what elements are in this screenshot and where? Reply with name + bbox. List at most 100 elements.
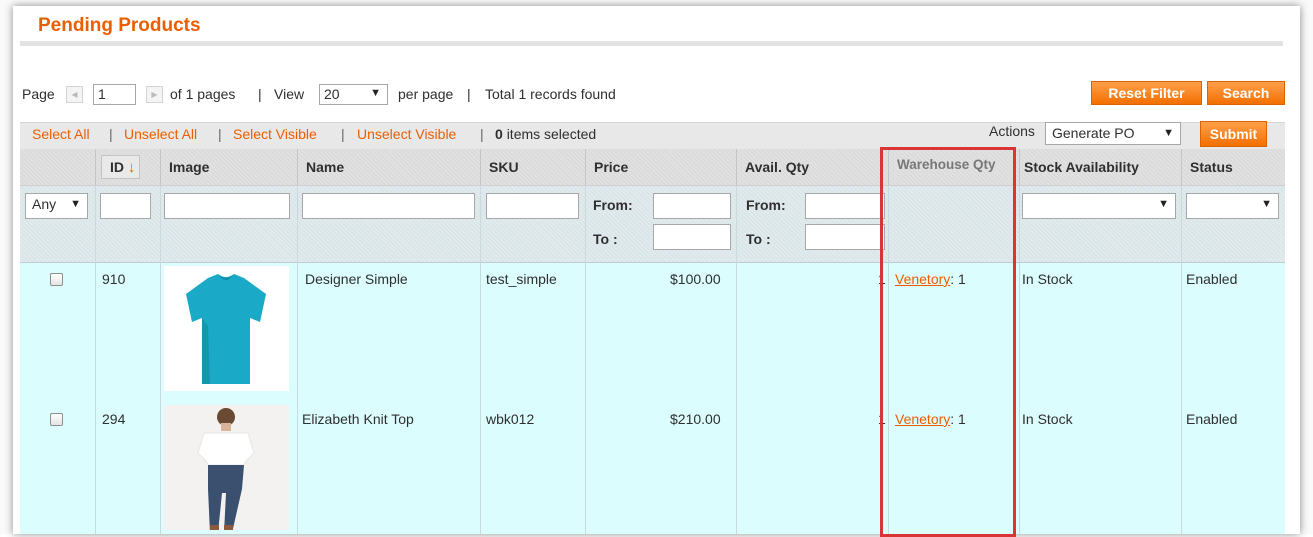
row-sku: test_simple [486, 271, 557, 287]
per-page-select[interactable]: 20 ▼ [319, 84, 388, 105]
column-divider [95, 186, 96, 534]
warehouse-link[interactable]: Venetory [895, 271, 950, 287]
row-status: Enabled [1186, 411, 1238, 427]
column-divider [160, 186, 161, 534]
column-divider [1181, 186, 1182, 534]
price-to-label: To : [593, 231, 618, 247]
header-name[interactable]: Name [297, 149, 480, 185]
row-id: 910 [102, 271, 126, 287]
turquoise-tshirt-image [164, 266, 289, 391]
image-filter-input[interactable] [164, 193, 290, 219]
stock-availability-filter-select[interactable]: ▼ [1022, 193, 1176, 219]
massaction-filter-select[interactable]: Any ▼ [25, 193, 88, 219]
column-divider [585, 186, 586, 534]
sort-down-arrow-icon: ↓ [127, 159, 136, 176]
header-price[interactable]: Price [585, 149, 736, 185]
select-visible-link[interactable]: Select Visible [233, 126, 317, 142]
id-filter-input[interactable] [100, 193, 151, 219]
column-divider [480, 186, 481, 534]
qty-to-label: To : [746, 231, 771, 247]
header-warehouse-qty: Warehouse Qty [888, 149, 1019, 185]
per-page-value: 20 [324, 86, 340, 102]
header-id[interactable]: ID ↓ [95, 149, 160, 185]
price-from-input[interactable] [653, 193, 731, 219]
qty-to-input[interactable] [805, 224, 885, 250]
select-all-link[interactable]: Select All [32, 126, 90, 142]
title-divider [20, 41, 1283, 46]
sku-filter-input[interactable] [486, 193, 579, 219]
table-row[interactable]: 910 Designer Simple test_simple $100.00 … [20, 263, 1285, 404]
mass-separator: | [218, 126, 222, 142]
row-checkbox[interactable] [50, 413, 63, 426]
table-row[interactable]: 294 Elizabeth Knit Top wbk012 $210.00 1 … [20, 403, 1285, 534]
items-selected-text: 0 items selected [495, 126, 596, 142]
chevron-down-icon: ▼ [1163, 127, 1174, 139]
row-price: $210.00 [670, 411, 721, 427]
row-price: $100.00 [670, 271, 721, 287]
mass-separator: | [480, 126, 484, 142]
unselect-visible-link[interactable]: Unselect Visible [357, 126, 456, 142]
row-name: Designer Simple [305, 271, 408, 287]
row-avail-qty: 1 [878, 411, 886, 427]
submit-button[interactable]: Submit [1200, 121, 1267, 147]
view-label: View [274, 86, 305, 102]
row-name: Elizabeth Knit Top [302, 411, 414, 427]
row-id: 294 [102, 411, 126, 427]
column-divider [888, 186, 889, 534]
search-button[interactable]: Search [1207, 81, 1285, 105]
actions-value: Generate PO [1052, 125, 1135, 141]
column-divider [1019, 186, 1020, 534]
row-warehouse-qty: Venetory: 1 [895, 411, 966, 427]
next-page-icon[interactable]: ▶ [146, 86, 163, 103]
column-divider [297, 186, 298, 534]
chevron-down-icon: ▼ [1261, 198, 1272, 210]
qty-from-label: From: [746, 197, 786, 213]
warehouse-qty-value: : 1 [950, 271, 966, 287]
status-filter-select[interactable]: ▼ [1186, 193, 1279, 219]
page-title: Pending Products [38, 15, 201, 36]
row-status: Enabled [1186, 271, 1238, 287]
header-massaction [20, 149, 95, 185]
row-sku: wbk012 [486, 411, 535, 427]
total-records: Total 1 records found [485, 86, 616, 102]
qty-from-input[interactable] [805, 193, 885, 219]
screenshot-frame: Pending Products Page ◀ 1 ▶ of 1 pages |… [0, 0, 1313, 537]
grid-filter-row: Any ▼ From: To : From: To : ▼ ▼ [20, 186, 1285, 263]
price-to-input[interactable] [653, 224, 731, 250]
price-from-label: From: [593, 197, 633, 213]
warehouse-qty-value: : 1 [950, 411, 966, 427]
woman-white-knit-top-image [164, 405, 289, 530]
chevron-down-icon: ▼ [1158, 198, 1169, 210]
actions-select[interactable]: Generate PO ▼ [1045, 122, 1181, 145]
of-pages-text: of 1 pages [170, 86, 236, 102]
header-status[interactable]: Status [1181, 149, 1285, 185]
page-label: Page [22, 86, 55, 102]
name-filter-input[interactable] [302, 193, 475, 219]
warehouse-link[interactable]: Venetory [895, 411, 950, 427]
products-grid: ID ↓ Image Name SKU Price Avail. Qty War… [20, 149, 1285, 534]
mass-separator: | [341, 126, 345, 142]
header-sku[interactable]: SKU [480, 149, 585, 185]
chevron-down-icon: ▼ [370, 87, 381, 99]
page-number-input[interactable]: 1 [93, 84, 136, 105]
selected-count: 0 [495, 126, 503, 142]
actions-label: Actions [989, 123, 1035, 139]
row-stock: In Stock [1022, 271, 1073, 287]
pager-separator: | [467, 86, 471, 102]
chevron-down-icon: ▼ [70, 198, 81, 210]
reset-filter-button[interactable]: Reset Filter [1091, 81, 1202, 105]
pager-separator: | [258, 86, 262, 102]
row-stock: In Stock [1022, 411, 1073, 427]
header-stock-availability[interactable]: Stock Availability [1019, 149, 1181, 185]
header-avail-qty[interactable]: Avail. Qty [736, 149, 888, 185]
row-avail-qty: 1 [878, 271, 886, 287]
any-option: Any [32, 196, 57, 212]
per-page-label: per page [398, 86, 454, 102]
prev-page-icon[interactable]: ◀ [66, 86, 83, 103]
row-checkbox[interactable] [50, 273, 63, 286]
header-id-label: ID [110, 159, 124, 175]
unselect-all-link[interactable]: Unselect All [124, 126, 197, 142]
header-image: Image [160, 149, 297, 185]
mass-separator: | [109, 126, 113, 142]
selected-suffix: items selected [506, 126, 597, 142]
